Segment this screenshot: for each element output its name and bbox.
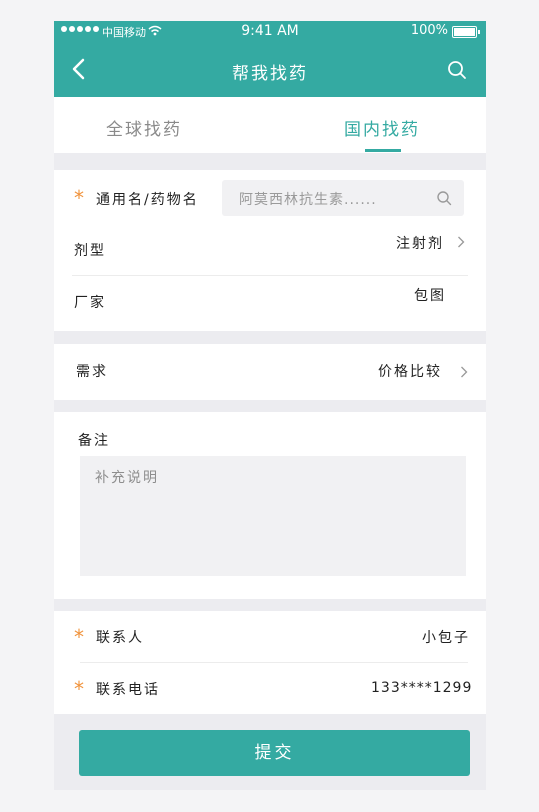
- remark-card: 备注 补充说明: [54, 412, 486, 599]
- top-bar: 中国移动 9:41 AM 100% 帮我找药: [54, 21, 486, 97]
- divider: [72, 275, 468, 276]
- chevron-right-icon[interactable]: [460, 366, 468, 378]
- drug-name-placeholder: 阿莫西林抗生素......: [239, 192, 377, 208]
- manufacturer-value[interactable]: 包图: [414, 285, 446, 305]
- search-icon[interactable]: [446, 59, 468, 81]
- remark-textarea[interactable]: 补充说明: [80, 456, 466, 576]
- battery-icon: [452, 26, 480, 38]
- drug-name-input[interactable]: 阿莫西林抗生素......: [222, 180, 464, 216]
- phone-value[interactable]: 133****1299: [371, 680, 472, 696]
- dosage-form-value[interactable]: 注射剂: [396, 233, 444, 253]
- demand-value[interactable]: 价格比较: [378, 361, 442, 381]
- required-star: *: [74, 677, 84, 701]
- contact-label: 联系人: [96, 630, 144, 646]
- demand-card[interactable]: 需求 价格比较: [54, 344, 486, 400]
- remark-placeholder: 补充说明: [95, 470, 159, 486]
- phone-label: 联系电话: [96, 682, 160, 698]
- required-star: *: [74, 625, 84, 649]
- chevron-right-icon[interactable]: [457, 236, 465, 248]
- drug-name-label: 通用名/药物名: [96, 192, 199, 208]
- divider: [80, 662, 468, 663]
- drug-info-card: * 通用名/药物名 阿莫西林抗生素...... 剂型 注射剂 厂家 包图: [54, 170, 486, 331]
- demand-label: 需求: [76, 364, 108, 380]
- page-title: 帮我找药: [232, 64, 308, 84]
- contact-value[interactable]: 小包子: [422, 627, 470, 647]
- tab-domestic[interactable]: 国内找药: [344, 115, 420, 140]
- search-icon: [437, 191, 452, 206]
- dosage-form-label: 剂型: [74, 243, 106, 259]
- submit-button[interactable]: 提交: [79, 730, 470, 776]
- tab-bar: 全球找药 国内找药: [54, 97, 486, 153]
- battery-percent: 100%: [410, 23, 448, 38]
- required-star: *: [74, 186, 84, 210]
- remark-label: 备注: [78, 433, 110, 449]
- active-tab-indicator: [365, 149, 401, 152]
- tab-global[interactable]: 全球找药: [106, 115, 182, 140]
- manufacturer-label: 厂家: [74, 295, 106, 311]
- status-bar: 中国移动 9:41 AM 100%: [54, 21, 486, 41]
- phone-screen: 中国移动 9:41 AM 100% 帮我找药 全球找药 国内找药 * 通用名/药…: [54, 21, 486, 790]
- contact-card: * 联系人 小包子 * 联系电话 133****1299: [54, 611, 486, 714]
